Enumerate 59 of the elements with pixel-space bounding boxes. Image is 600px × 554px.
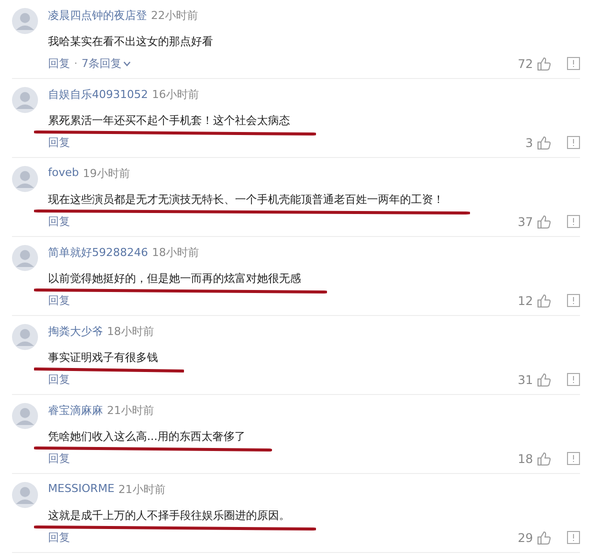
like-count: 12 [518, 294, 533, 308]
comment-time: 16小时前 [152, 87, 199, 102]
thumbs-up-icon[interactable] [537, 294, 551, 308]
like-count: 37 [518, 214, 533, 228]
replies-link[interactable]: 7条回复 [82, 56, 122, 71]
comment-text: 我哈某实在看不出这女的那点好看 [48, 35, 213, 48]
username-link[interactable]: 凌晨四点钟的夜店登 [48, 8, 147, 23]
avatar[interactable] [12, 245, 38, 271]
comment-time: 21小时前 [107, 403, 154, 418]
comment-text: 这就是成千上万的人不择手段往娱乐圈进的原因。 [48, 509, 290, 522]
report-icon[interactable] [567, 215, 580, 228]
thumbs-up-icon[interactable] [537, 214, 551, 228]
report-icon[interactable] [567, 136, 580, 149]
reply-link[interactable]: 回复 [48, 293, 70, 308]
avatar[interactable] [12, 403, 38, 429]
username-link[interactable]: 简单就好59288246 [48, 245, 148, 260]
comment-time: 19小时前 [82, 166, 130, 181]
comment-time: 22小时前 [151, 8, 198, 23]
avatar[interactable] [12, 87, 38, 113]
reply-link[interactable]: 回复 [48, 214, 70, 229]
comment-text: 事实证明戏子有很多钱 [48, 351, 158, 364]
reply-link[interactable]: 回复 [48, 451, 70, 466]
report-icon[interactable] [567, 373, 580, 386]
report-icon[interactable] [567, 452, 580, 465]
reply-link[interactable]: 回复 [48, 56, 70, 71]
thumbs-up-icon[interactable] [537, 530, 551, 544]
avatar[interactable] [12, 166, 38, 192]
username-link[interactable]: MESSIORME [48, 482, 114, 497]
separator-dot: · [74, 57, 78, 70]
username-link[interactable]: 自娱自乐40931052 [48, 87, 148, 102]
thumbs-up-icon[interactable] [537, 452, 551, 466]
reply-link[interactable]: 回复 [48, 530, 70, 545]
like-count: 18 [518, 452, 533, 466]
reply-link[interactable]: 回复 [48, 135, 70, 150]
report-icon[interactable] [567, 294, 580, 307]
avatar[interactable] [12, 324, 38, 350]
avatar[interactable] [12, 8, 38, 34]
like-count: 31 [518, 372, 533, 386]
comment-time: 21小时前 [118, 482, 166, 497]
comment-text: 累死累活一年还买不起个手机套！这个社会太病态 [48, 114, 290, 127]
username-link[interactable]: 掏粪大少爷 [48, 324, 103, 339]
comment-time: 18小时前 [107, 324, 154, 339]
like-count: 3 [525, 136, 533, 150]
like-count: 29 [518, 530, 533, 544]
avatar[interactable] [12, 482, 38, 508]
thumbs-up-icon[interactable] [537, 56, 551, 70]
comment-text: 以前觉得她挺好的，但是她一而再的炫富对她很无感 [48, 272, 301, 285]
comment-text: 凭啥她们收入这么高...用的东西太奢侈了 [48, 430, 246, 443]
like-count: 72 [518, 56, 533, 70]
username-link[interactable]: foveb [48, 166, 79, 181]
username-link[interactable]: 睿宝滴麻麻 [48, 403, 103, 418]
comment-time: 18小时前 [152, 245, 199, 260]
comment-text: 现在这些演员都是无才无演技无特长、一个手机壳能顶普通老百姓一两年的工资！ [48, 193, 444, 206]
report-icon[interactable] [567, 57, 580, 70]
thumbs-up-icon[interactable] [537, 372, 551, 386]
thumbs-up-icon[interactable] [537, 136, 551, 150]
chevron-down-icon[interactable] [122, 60, 130, 66]
report-icon[interactable] [567, 531, 580, 544]
reply-link[interactable]: 回复 [48, 372, 70, 387]
